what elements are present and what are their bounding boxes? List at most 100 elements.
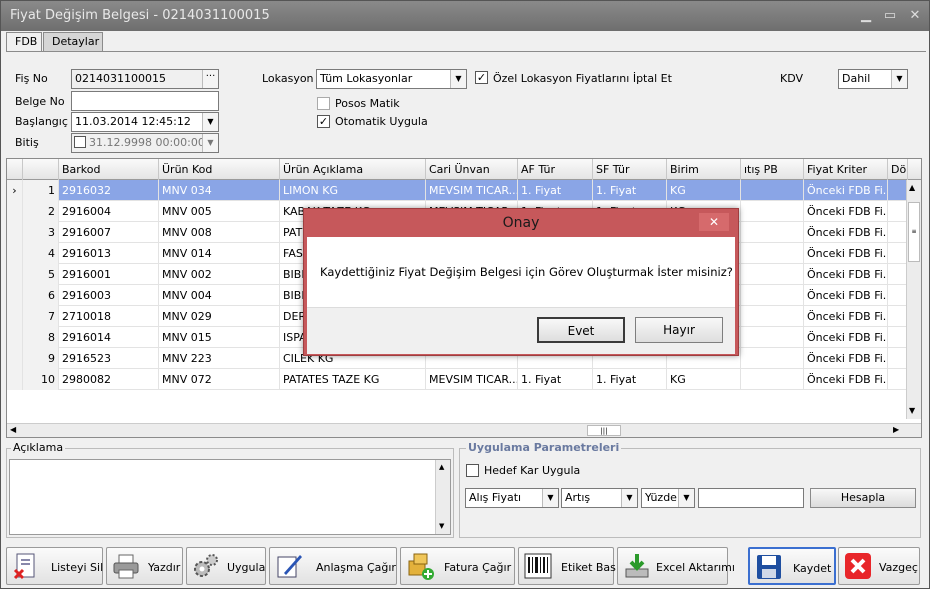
col-header-birim[interactable]: Birim [667,159,741,180]
scroll-up-icon[interactable]: ▲ [909,183,915,192]
yazdir-button[interactable]: Yazdır [106,547,183,585]
col-header-urun-aciklama[interactable]: Ürün Açıklama [280,159,426,180]
dialog-close-icon[interactable]: ✕ [699,213,729,231]
cell-sf[interactable]: 1. Fiyat [593,369,667,390]
excel-aktarimi-button[interactable]: Excel Aktarımı [617,547,735,585]
kaydet-button[interactable]: Kaydet [748,547,836,585]
evet-button[interactable]: Evet [537,317,625,343]
fis-no-field[interactable]: 0214031100015 ··· [71,69,219,89]
table-row[interactable]: › 1 2916032 MNV 034 LIMON KG MEVSIM TICAR... 1… [7,180,921,201]
alis-fiyati-select[interactable]: Alış Fiyatı ▼ [465,488,559,508]
cell-do[interactable] [888,369,908,390]
close-icon[interactable]: ✕ [906,7,924,25]
hesapla-button[interactable]: Hesapla [810,488,916,508]
col-header-barkod[interactable]: Barkod [59,159,159,180]
cell-kriter[interactable]: Önceki FDB Fi... [804,306,888,327]
cell-kriter[interactable]: Önceki FDB Fi... [804,243,888,264]
scroll-up-icon[interactable]: ▲ [439,463,444,471]
tab-fdb[interactable]: FDB [6,32,42,52]
scroll-left-icon[interactable]: ◀ [10,425,16,434]
fatura-cagir-button[interactable]: Fatura Çağır [400,547,515,585]
cell-kod[interactable]: MNV 223 [159,348,280,369]
lokasyon-select[interactable]: Tüm Lokasyonlar ▼ [316,69,467,89]
cell-kod[interactable]: MNV 004 [159,285,280,306]
cell-kriter[interactable]: Önceki FDB Fi... [804,180,888,201]
vazgec-button[interactable]: Vazgeç [838,547,920,585]
chevron-down-icon[interactable]: ▼ [678,489,694,507]
yuzde-select[interactable]: Yüzde ▼ [641,488,695,508]
cell-kriter[interactable]: Önceki FDB Fi... [804,222,888,243]
cell-barkod[interactable]: 2916007 [59,222,159,243]
cell-af[interactable]: 1. Fiyat [518,369,593,390]
cell-af[interactable]: 1. Fiyat [518,180,593,201]
cell-kriter[interactable]: Önceki FDB Fi... [804,201,888,222]
cell-kod[interactable]: MNV 005 [159,201,280,222]
aciklama-scrollbar[interactable]: ▲ ▼ [435,460,450,534]
col-header-satis-pb[interactable]: ıtış PB [741,159,804,180]
ozel-lokasyon-checkbox[interactable]: ✓ [475,71,488,84]
aciklama-textarea[interactable]: ▲ ▼ [9,459,451,535]
cell-aciklama[interactable]: PATATES TAZE KG [280,369,426,390]
cell-barkod[interactable]: 2916523 [59,348,159,369]
cell-barkod[interactable]: 2916014 [59,327,159,348]
col-header-urun-kod[interactable]: Ürün Kod [159,159,280,180]
cell-do[interactable] [888,264,908,285]
listeyi-sil-button[interactable]: Listeyi Sil [6,547,103,585]
cell-birim[interactable]: KG [667,369,741,390]
chevron-down-icon[interactable]: ▼ [202,134,218,152]
cell-kod[interactable]: MNV 002 [159,264,280,285]
cell-pb[interactable] [741,348,804,369]
chevron-down-icon[interactable]: ▼ [891,70,907,88]
cell-pb[interactable] [741,285,804,306]
vertical-scrollbar[interactable]: ▲ ≡ ▼ [906,180,921,419]
cell-aciklama[interactable]: LIMON KG [280,180,426,201]
chevron-down-icon[interactable]: ▼ [450,70,466,88]
cell-kod[interactable]: MNV 015 [159,327,280,348]
cell-pb[interactable] [741,369,804,390]
bitis-checkbox[interactable] [74,136,86,148]
cell-barkod[interactable]: 2916001 [59,264,159,285]
cell-pb[interactable] [741,180,804,201]
hscroll-thumb[interactable]: ||| [587,425,621,436]
cell-kod[interactable]: MNV 029 [159,306,280,327]
scroll-down-icon[interactable]: ▼ [439,522,444,530]
ellipsis-button[interactable]: ··· [202,70,218,88]
uygula-button[interactable]: Uygula [186,547,266,585]
kdv-select[interactable]: Dahil ▼ [838,69,908,89]
cell-kod[interactable]: MNV 008 [159,222,280,243]
bitis-field[interactable]: 31.12.9998 00:00:00 ▼ [71,133,219,153]
cell-pb[interactable] [741,264,804,285]
scroll-thumb[interactable]: ≡ [908,202,920,262]
cell-cari[interactable]: MEVSIM TICAR... [426,369,518,390]
cell-do[interactable] [888,306,908,327]
col-header-do[interactable]: Dö [888,159,908,180]
baslangic-field[interactable]: 11.03.2014 12:45:12 ▼ [71,112,219,132]
otomatik-uygula-checkbox[interactable]: ✓ [317,115,330,128]
scroll-down-icon[interactable]: ▼ [909,406,915,415]
anlasma-cagir-button[interactable]: Anlaşma Çağır [269,547,397,585]
cell-cari[interactable]: MEVSIM TICAR... [426,180,518,201]
chevron-down-icon[interactable]: ▼ [202,113,218,131]
cell-do[interactable] [888,243,908,264]
cell-sf[interactable]: 1. Fiyat [593,180,667,201]
cell-pb[interactable] [741,306,804,327]
cell-kod[interactable]: MNV 014 [159,243,280,264]
cell-barkod[interactable]: 2916032 [59,180,159,201]
cell-kriter[interactable]: Önceki FDB Fi... [804,369,888,390]
table-row[interactable]: 10 2980082 MNV 072 PATATES TAZE KG MEVSIM TI… [7,369,921,390]
cell-barkod[interactable]: 2980082 [59,369,159,390]
hedef-kar-checkbox[interactable] [466,464,479,477]
cell-kriter[interactable]: Önceki FDB Fi... [804,348,888,369]
scroll-right-icon[interactable]: ▶ [893,425,899,434]
maximize-icon[interactable]: ▭ [881,7,899,25]
cell-do[interactable] [888,348,908,369]
col-header-cari-unvan[interactable]: Cari Ünvan [426,159,518,180]
cell-pb[interactable] [741,327,804,348]
cell-do[interactable] [888,201,908,222]
col-header-af-tur[interactable]: AF Tür [518,159,593,180]
cell-barkod[interactable]: 2916013 [59,243,159,264]
etiket-bas-button[interactable]: Etiket Bas [518,547,616,585]
chevron-down-icon[interactable]: ▼ [621,489,637,507]
cell-kod[interactable]: MNV 072 [159,369,280,390]
cell-pb[interactable] [741,222,804,243]
